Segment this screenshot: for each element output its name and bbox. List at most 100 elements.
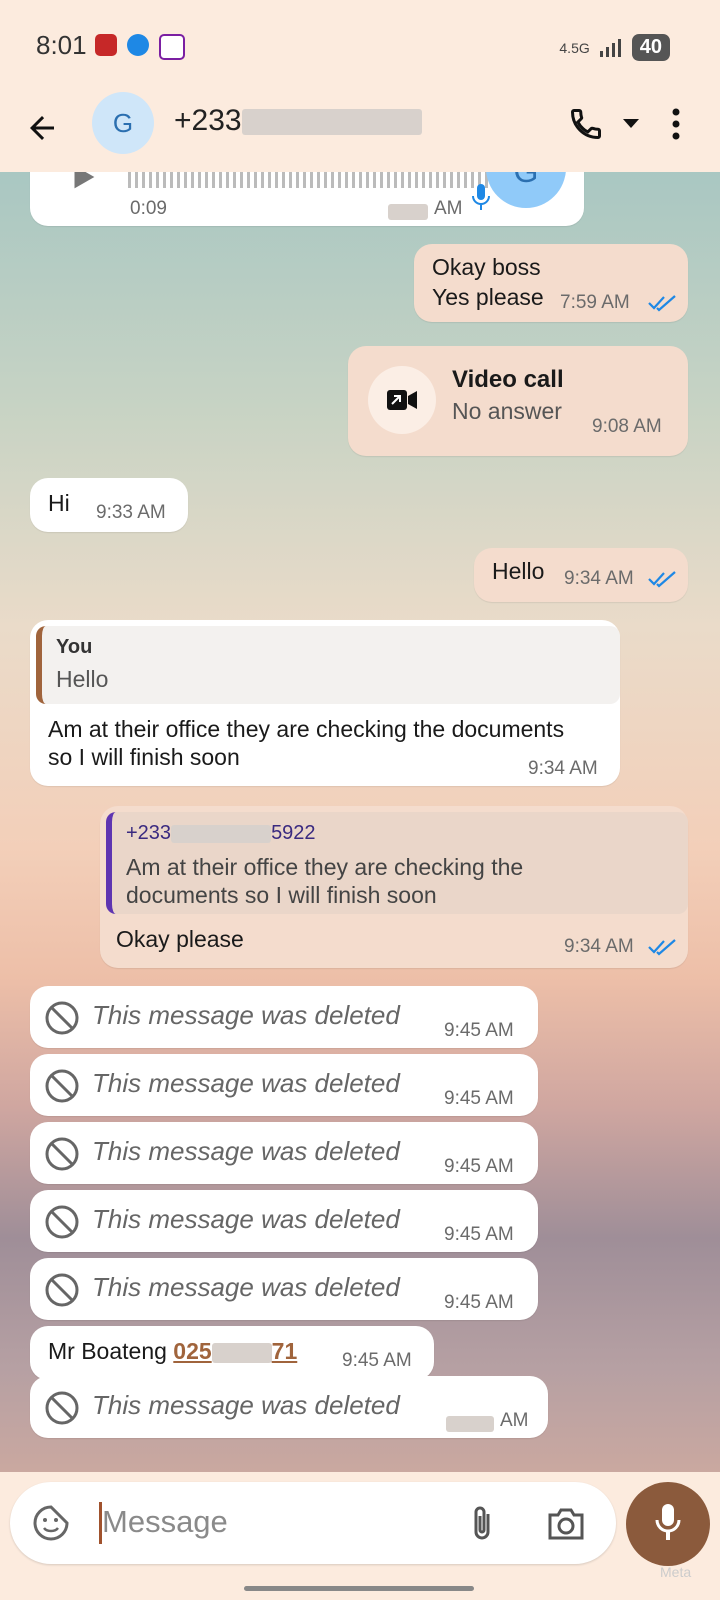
message-time: 9:45 AM xyxy=(444,1088,514,1109)
read-ticks-icon xyxy=(648,295,676,312)
outgoing-message[interactable]: Hello 9:34 AM xyxy=(474,548,688,602)
deleted-message[interactable]: This message was deleted 9:45 AM xyxy=(30,1190,538,1252)
redacted-number xyxy=(241,109,422,136)
contact-name-text: Mr Boateng xyxy=(48,1338,174,1364)
deleted-message[interactable]: This message was deleted 9:45 AM xyxy=(30,986,538,1048)
message-text: Hi xyxy=(48,490,70,516)
voice-message[interactable]: 0:09 AM G xyxy=(30,172,584,226)
more-options-icon[interactable] xyxy=(668,106,684,142)
chat-header: G +233 xyxy=(0,92,720,172)
message-time: 9:34 AM xyxy=(564,568,634,589)
sticker-icon[interactable] xyxy=(32,1504,70,1542)
message-time: 7:59 AM xyxy=(560,292,630,313)
deleted-icon xyxy=(45,1001,79,1035)
deleted-text: This message was deleted xyxy=(92,1390,400,1420)
deleted-message[interactable]: This message was deleted 9:45 AM xyxy=(30,1258,538,1320)
redacted-time xyxy=(388,204,428,220)
deleted-text: This message was deleted xyxy=(92,1136,400,1166)
message-time: 9:45 AM xyxy=(342,1350,412,1371)
voice-duration: 0:09 xyxy=(130,198,167,219)
voice-time-suffix: AM xyxy=(434,198,463,219)
incoming-message[interactable]: Mr Boateng 025 71 9:45 AM xyxy=(30,1326,434,1380)
quote-author: +233 5922 xyxy=(126,822,316,845)
deleted-icon xyxy=(45,1069,79,1103)
video-call-title: Video call xyxy=(452,366,564,393)
message-time: 9:08 AM xyxy=(592,416,662,437)
deleted-text: This message was deleted xyxy=(92,1204,400,1234)
quote-text-line1: Am at their office they are checking the xyxy=(126,854,524,880)
camera-icon[interactable] xyxy=(546,1506,586,1542)
quoted-message[interactable]: You Hello xyxy=(36,626,620,704)
status-time: 8:01 xyxy=(36,30,87,60)
read-ticks-icon xyxy=(648,571,676,588)
back-arrow-icon[interactable] xyxy=(24,110,60,146)
network-type: 4.5G xyxy=(559,39,590,56)
quote-author-prefix: +233 xyxy=(126,822,172,844)
message-time: 9:34 AM xyxy=(564,936,634,957)
deleted-text: This message was deleted xyxy=(92,1000,400,1030)
incoming-reply-message[interactable]: You Hello Am at their office they are ch… xyxy=(30,620,620,786)
message-input[interactable]: Message xyxy=(102,1504,228,1540)
message-text: Okay please xyxy=(116,926,244,952)
quote-author: You xyxy=(56,636,93,658)
voice-call-icon[interactable] xyxy=(568,106,604,142)
meta-watermark: Meta xyxy=(660,1564,692,1580)
quote-text: Hello xyxy=(56,666,109,692)
redacted-time xyxy=(446,1416,494,1432)
p-app-notification-icon xyxy=(159,34,185,60)
phone-suffix: 71 xyxy=(271,1338,298,1364)
microphone-icon xyxy=(655,1504,681,1540)
deleted-icon xyxy=(45,1205,79,1239)
outgoing-reply-message[interactable]: +233 5922 Am at their office they are che… xyxy=(100,806,688,968)
redacted-number xyxy=(211,1342,272,1363)
message-time: 9:45 AM xyxy=(444,1292,514,1313)
message-input-container[interactable]: Message xyxy=(10,1482,616,1564)
message-text-line2: so I will finish soon xyxy=(48,744,240,770)
deleted-message[interactable]: This message was deleted AM xyxy=(30,1376,548,1438)
incoming-message[interactable]: Hi 9:33 AM xyxy=(30,478,188,532)
deleted-text: This message was deleted xyxy=(92,1068,400,1098)
contact-avatar[interactable]: G xyxy=(92,92,154,154)
message-text: Mr Boateng 025 71 xyxy=(48,1338,297,1365)
deleted-message[interactable]: This message was deleted 9:45 AM xyxy=(30,1122,538,1184)
quoted-message[interactable]: +233 5922 Am at their office they are che… xyxy=(106,812,688,914)
notification-icons xyxy=(95,34,185,60)
deleted-message[interactable]: This message was deleted 9:45 AM xyxy=(30,1054,538,1116)
redacted-number xyxy=(171,824,272,843)
phone-link[interactable]: 025 71 xyxy=(173,1338,297,1364)
contact-number-prefix: +233 xyxy=(174,104,242,137)
microphone-icon xyxy=(472,184,490,210)
attach-icon[interactable] xyxy=(468,1504,496,1544)
deleted-icon xyxy=(45,1391,79,1425)
quote-text-line2: documents so I will finish soon xyxy=(126,882,437,908)
deleted-text: This message was deleted xyxy=(92,1272,400,1302)
message-text-line1: Okay boss xyxy=(432,254,541,280)
app-notification-icon xyxy=(95,34,117,56)
home-indicator[interactable] xyxy=(244,1586,474,1591)
message-time-suffix: AM xyxy=(500,1410,529,1431)
video-call-message[interactable]: Video call No answer 9:08 AM xyxy=(348,346,688,456)
message-text: Hello xyxy=(492,558,545,584)
phone-prefix: 025 xyxy=(173,1338,212,1364)
signal-icon xyxy=(599,38,621,57)
outgoing-message[interactable]: Okay boss Yes please 7:59 AM xyxy=(414,244,688,322)
message-time: 9:34 AM xyxy=(528,758,598,779)
status-bar: 8:01 4.5G 40 xyxy=(0,0,720,92)
play-icon[interactable] xyxy=(66,172,100,194)
missed-video-call-icon xyxy=(387,390,417,410)
voice-sender-avatar: G xyxy=(486,172,566,208)
video-call-icon-circle xyxy=(368,366,436,434)
chat-area[interactable]: 0:09 AM G Okay boss Yes please 7:59 AM V… xyxy=(0,172,720,1472)
message-time: 9:45 AM xyxy=(444,1020,514,1041)
download-notification-icon xyxy=(127,34,149,56)
video-call-status: No answer xyxy=(452,398,562,424)
voice-record-button[interactable] xyxy=(626,1482,710,1566)
waveform[interactable] xyxy=(128,172,488,188)
chevron-down-icon[interactable] xyxy=(622,118,640,130)
message-time: 9:33 AM xyxy=(96,502,166,523)
deleted-icon xyxy=(45,1137,79,1171)
system-icons: 4.5G 40 xyxy=(559,34,670,61)
message-time: 9:45 AM xyxy=(444,1156,514,1177)
composer: Message Meta xyxy=(0,1472,720,1600)
contact-name[interactable]: +233 xyxy=(174,104,422,138)
